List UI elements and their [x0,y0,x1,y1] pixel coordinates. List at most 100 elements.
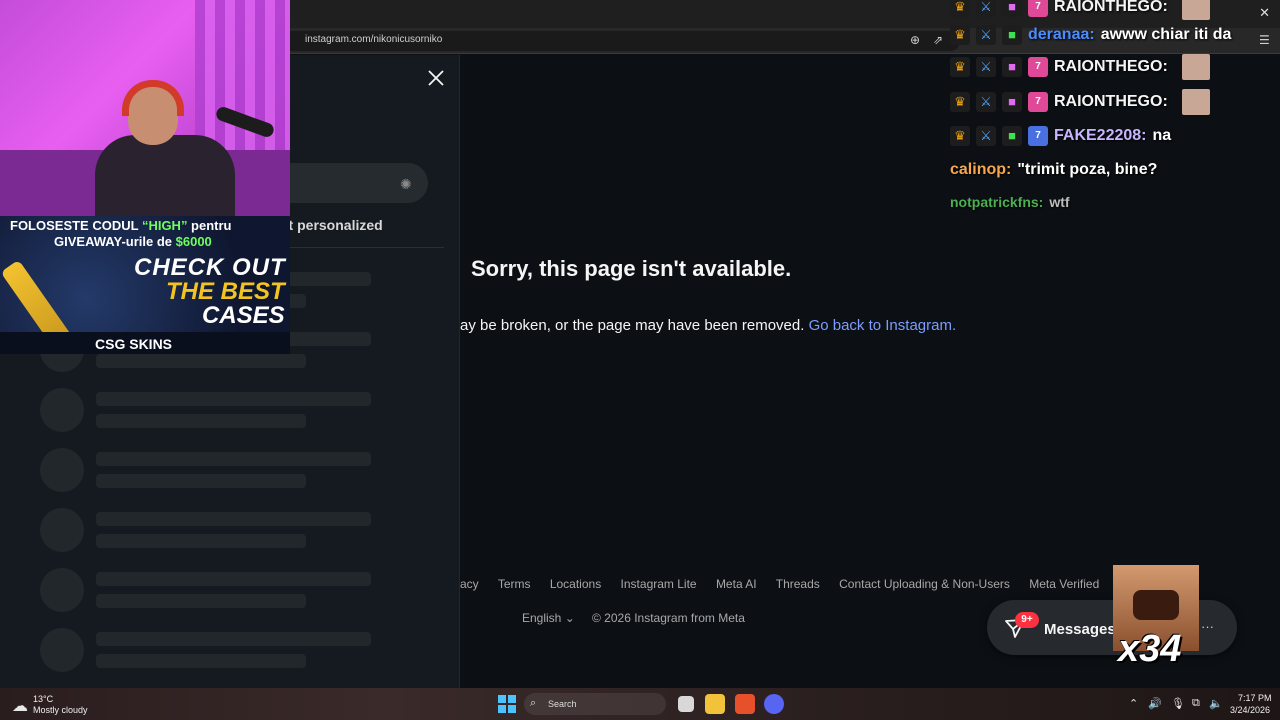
close-icon[interactable] [424,66,448,90]
skeleton-avatar [40,568,84,612]
error-message-text: ay be broken, or the page may have been … [460,317,805,334]
footer-link-terms[interactable]: Terms [498,577,531,591]
crown-badge-icon: ♛ [950,92,970,112]
crown-badge-icon: ♛ [950,0,970,17]
skeleton-line [96,632,371,646]
crown-badge-icon: ♛ [950,57,970,77]
task-view-icon[interactable] [678,696,694,712]
chat-username: deranaa: [1028,26,1095,43]
skeleton-line [96,474,306,488]
skeleton-avatar [40,508,84,552]
skeleton-line [96,572,371,586]
chat-message: ♛ ⚔ ■ 7 RAIONTHEGO: [950,0,1210,20]
sub-badge-icon: 7 [1028,92,1048,112]
chat-message: ♛ ⚔ ■ deranaa: awww chiar iti da [950,22,1231,48]
gift-badge-icon: ■ [1002,57,1022,77]
language-label: English [522,611,562,625]
microphone-icon[interactable]: 🎙 [1171,697,1185,710]
emote-combo-count: x34 [1118,628,1182,670]
sword-badge-icon: ⚔ [976,57,996,77]
sword-badge-icon: ⚔ [976,0,996,17]
crown-badge-icon: ♛ [950,126,970,146]
streamer-body [95,135,235,216]
chat-text: wtf [1049,194,1070,210]
skeleton-line [96,392,371,406]
footer-link-instagram-lite[interactable]: Instagram Lite [621,577,697,591]
sword-badge-icon: ⚔ [976,92,996,112]
chat-text: awww chiar iti da [1100,26,1232,43]
clock-time[interactable]: 7:17 PM [1238,693,1272,703]
webcam-overlay [0,0,290,216]
cloud-icon[interactable]: ☁ [12,696,28,716]
chat-username: notpatrickfns: [950,194,1044,210]
skeleton-line [96,512,371,526]
skeleton-avatar [40,448,84,492]
chat-text: na [1152,127,1172,144]
promo-cases: CASES [202,302,285,329]
brand-logo: CSG SKINS [95,336,173,352]
loading-spinner-icon: ✺ [400,176,412,192]
footer-link-privacy[interactable]: acy [460,577,479,591]
chat-message: calinop: "trimit poza, bine? [950,157,1157,183]
messages-label: Messages [1044,621,1116,638]
taskbar-search[interactable] [524,693,666,715]
search-icon: ⌕ [530,697,537,709]
footer-links: acy Terms Locations Instagram Lite Meta … [460,577,1115,591]
weather-temperature[interactable]: 13°C [33,694,53,704]
promo-code: “HIGH” [141,218,188,233]
footer-link-locations[interactable]: Locations [550,577,601,591]
chat-username: calinop: [950,161,1012,178]
chat-message: ♛ ⚔ ■ 7 FAKE22208: na [950,123,1171,149]
stream-chat: ♛ ⚔ ■ 7 RAIONTHEGO: ♛ ⚔ ■ deranaa: awww … [950,0,1250,215]
zoom-icon[interactable]: ⊕ [910,32,920,48]
weather-description[interactable]: Mostly cloudy [33,705,88,715]
share-icon[interactable]: ⇗ [933,32,943,48]
skeleton-avatar [40,628,84,672]
more-options-icon[interactable]: ··· [1201,619,1214,634]
chat-username: RAIONTHEGO: [1054,0,1168,15]
gift-badge-icon: ■ [1002,0,1022,17]
error-message: ay be broken, or the page may have been … [460,317,956,334]
footer-link-threads[interactable]: Threads [776,577,820,591]
giveaway-line: GIVEAWAY-urile de $6000 [54,234,212,249]
copyright: © 2026 Instagram from Meta [592,611,745,625]
menu-icon[interactable]: ☰ [1259,32,1270,48]
promo-text: GIVEAWAY-urile de [54,234,176,249]
discord-icon[interactable] [764,694,784,714]
start-button[interactable] [498,695,516,713]
window-close-icon[interactable]: ✕ [1259,5,1270,21]
windows-logo-tile [508,705,516,713]
windows-logo-tile [498,705,506,713]
headphones-icon [122,80,184,116]
brave-browser-icon[interactable] [735,694,755,714]
windows-logo-tile [508,695,516,703]
skeleton-line [96,594,306,608]
file-explorer-icon[interactable] [705,694,725,714]
clock-date[interactable]: 3/24/2026 [1230,705,1270,715]
network-icon[interactable]: ⧉ [1192,697,1200,710]
windows-logo-tile [498,695,506,703]
gift-badge-icon: ■ [1002,92,1022,112]
chevron-up-icon[interactable]: ⌃ [1129,697,1138,710]
gift-badge-icon: ■ [1002,126,1022,146]
footer-link-contact-uploading[interactable]: Contact Uploading & Non-Users [839,577,1010,591]
skeleton-line [96,452,371,466]
skeleton-line [96,534,306,548]
chat-username: RAIONTHEGO: [1054,58,1168,75]
footer-link-meta-ai[interactable]: Meta AI [716,577,757,591]
gift-badge-icon: ■ [1002,25,1022,45]
speaker-icon[interactable]: 🔊 [1148,697,1162,710]
taskbar-search-label: Search [548,699,577,709]
back-to-instagram-link[interactable]: Go back to Instagram. [809,317,957,334]
skeleton-line [96,414,306,428]
chevron-down-icon: ⌄ [564,611,575,625]
promo-text: FOLOSESTE CODUL [10,218,142,233]
language-select[interactable]: English ⌄ [522,611,575,625]
skeleton-line [96,354,306,368]
volume-icon[interactable]: 🔈 [1209,697,1223,710]
chat-message: ♛ ⚔ ■ 7 RAIONTHEGO: [950,89,1210,115]
sub-badge-icon: 7 [1028,126,1048,146]
crown-badge-icon: ♛ [950,25,970,45]
footer-link-meta-verified[interactable]: Meta Verified [1029,577,1099,591]
url-text[interactable]: instagram.com/nikonicusorniko [305,34,442,45]
